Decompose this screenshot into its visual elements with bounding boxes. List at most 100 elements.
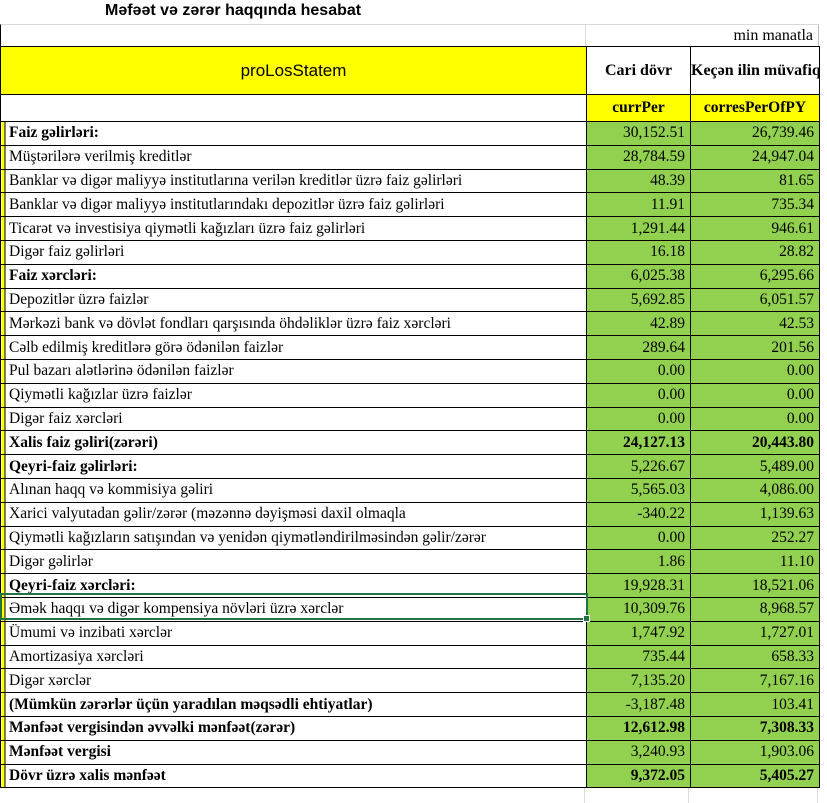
current-period-value-cell[interactable]: 19,928.31 [587,574,691,598]
previous-period-value-cell[interactable]: 81.65 [691,169,820,193]
current-period-value-cell[interactable]: 0.00 [587,359,691,383]
previous-period-value-cell[interactable]: 1,727.01 [691,621,820,645]
row-label-cell[interactable]: Qiymətli kağızlar üzrə faizlər [1,383,587,407]
current-period-value-cell[interactable]: 735.44 [587,645,691,669]
previous-period-value-cell[interactable]: 0.00 [691,383,820,407]
row-label-cell[interactable]: Digər faiz gəlirləri [1,240,587,264]
current-period-value-cell[interactable]: 0.00 [587,526,691,550]
previous-period-value-cell[interactable]: 735.34 [691,193,820,217]
row-label-cell[interactable]: Dövr üzrə xalis mənfəət [1,764,587,788]
current-period-value-cell[interactable]: 48.39 [587,169,691,193]
previous-period-value-cell[interactable]: 1,139.63 [691,502,820,526]
current-period-value-cell[interactable]: 1,291.44 [587,217,691,241]
previous-period-value-cell[interactable]: 7,308.33 [691,716,820,740]
fill-handle[interactable] [583,615,590,622]
current-period-value-cell[interactable]: 10,309.76 [587,597,691,621]
statement-name-cell[interactable]: proLosStatem [1,47,587,95]
row-label-cell[interactable]: Qeyri-faiz gəlirləri: [1,455,587,479]
current-period-value-cell[interactable]: 28,784.59 [587,145,691,169]
row-label-cell[interactable]: Pul bazarı alətlərinə ödənilən faizlər [1,359,587,383]
gridline [584,788,585,803]
current-period-value-cell[interactable]: 1.86 [587,550,691,574]
current-period-value-cell[interactable]: 0.00 [587,383,691,407]
previous-period-value-cell[interactable]: 252.27 [691,526,820,550]
previous-period-value-cell[interactable]: 18,521.06 [691,574,820,598]
row-label-cell[interactable]: Xarici valyutadan gəlir/zərər (məzənnə d… [1,502,587,526]
current-period-value-cell[interactable]: 289.64 [587,336,691,360]
previous-period-value-cell[interactable]: 5,489.00 [691,455,820,479]
blank-header-cell[interactable] [1,95,587,122]
row-label-cell[interactable]: Mənfəət vergisi [1,740,587,764]
previous-period-value-cell[interactable]: 6,295.66 [691,264,820,288]
row-label-cell[interactable]: Amortizasiya xərcləri [1,645,587,669]
row-label-cell[interactable]: (Mümkün zərərlər üçün yaradılan məqsədli… [1,693,587,717]
gridline [817,788,818,803]
row-label-cell[interactable]: Digər xərclər [1,669,587,693]
previous-period-value-cell[interactable]: 4,086.00 [691,478,820,502]
current-period-value-cell[interactable]: 11.91 [587,193,691,217]
current-period-value-cell[interactable]: 24,127.13 [587,431,691,455]
current-period-value-cell[interactable]: 3,240.93 [587,740,691,764]
column-header-previous-period[interactable]: Keçən ilin müvafiq dövrü [691,47,820,95]
current-period-value-cell[interactable]: 9,372.05 [587,764,691,788]
current-period-value-cell[interactable]: 12,612.98 [587,716,691,740]
header-row-codes: currPer corresPerOfPY [1,95,820,122]
spreadsheet-view: Məfəət və zərər haqqında hesabat min man… [0,0,827,803]
previous-period-value-cell[interactable]: 0.00 [691,407,820,431]
row-label-cell[interactable]: Alınan haqq və kommisiya gəliri [1,478,587,502]
row-label-cell[interactable]: Müştərilərə verilmiş kreditlər [1,145,587,169]
table-row: Digər faiz xərcləri 0.00 0.00 [1,407,820,431]
row-label-cell[interactable]: Qiymətli kağızların satışından və yenidə… [1,526,587,550]
units-spacer-cell[interactable] [1,25,586,46]
row-label-cell[interactable]: Faiz gəlirləri: [1,122,587,146]
previous-period-value-cell[interactable]: 658.33 [691,645,820,669]
previous-period-value-cell[interactable]: 11.10 [691,550,820,574]
current-period-value-cell[interactable]: 5,692.85 [587,288,691,312]
previous-period-value-cell[interactable]: 8,968.57 [691,597,820,621]
row-label-cell[interactable]: Faiz xərcləri: [1,264,587,288]
code-header-current[interactable]: currPer [587,95,691,122]
current-period-value-cell[interactable]: -3,187.48 [587,693,691,717]
current-period-value-cell[interactable]: 42.89 [587,312,691,336]
row-label-cell[interactable]: Ticarət və investisiya qiymətli kağızlar… [1,217,587,241]
table-row: Qiymətli kağızlar üzrə faizlər 0.00 0.00 [1,383,820,407]
current-period-value-cell[interactable]: 7,135.20 [587,669,691,693]
code-header-previous[interactable]: corresPerOfPY [691,95,820,122]
row-label-cell[interactable]: Cəlb edilmiş kreditlərə görə ödənilən fa… [1,336,587,360]
current-period-value-cell[interactable]: 30,152.51 [587,122,691,146]
previous-period-value-cell[interactable]: 28.82 [691,240,820,264]
previous-period-value-cell[interactable]: 946.61 [691,217,820,241]
previous-period-value-cell[interactable]: 0.00 [691,359,820,383]
current-period-value-cell[interactable]: 0.00 [587,407,691,431]
current-period-value-cell[interactable]: 5,226.67 [587,455,691,479]
column-header-current-period[interactable]: Cari dövr [587,47,691,95]
row-label-cell[interactable]: Ümumi və inzibati xərclər [1,621,587,645]
current-period-value-cell[interactable]: 5,565.03 [587,478,691,502]
row-label-cell[interactable]: Əmək haqqı və digər kompensiya növləri ü… [1,597,587,621]
table-row: Müştərilərə verilmiş kreditlər 28,784.59… [1,145,820,169]
previous-period-value-cell[interactable]: 201.56 [691,336,820,360]
row-label-cell[interactable]: Banklar və digər maliyyə institutlarına … [1,169,587,193]
previous-period-value-cell[interactable]: 42.53 [691,312,820,336]
row-label-cell[interactable]: Depozitlər üzrə faizlər [1,288,587,312]
header-row-titles: proLosStatem Cari dövr Keçən ilin müvafi… [1,47,820,95]
previous-period-value-cell[interactable]: 5,405.27 [691,764,820,788]
row-label-cell[interactable]: Digər gəlirlər [1,550,587,574]
previous-period-value-cell[interactable]: 1,903.06 [691,740,820,764]
previous-period-value-cell[interactable]: 24,947.04 [691,145,820,169]
row-label-cell[interactable]: Mərkəzi bank və dövlət fondları qarşısın… [1,312,587,336]
previous-period-value-cell[interactable]: 6,051.57 [691,288,820,312]
current-period-value-cell[interactable]: 1,747.92 [587,621,691,645]
row-label-cell[interactable]: Digər faiz xərcləri [1,407,587,431]
previous-period-value-cell[interactable]: 103.41 [691,693,820,717]
row-label-cell[interactable]: Banklar və digər maliyyə institutlarında… [1,193,587,217]
row-label-cell[interactable]: Mənfəət vergisindən əvvəlki mənfəət(zərə… [1,716,587,740]
current-period-value-cell[interactable]: 16.18 [587,240,691,264]
previous-period-value-cell[interactable]: 7,167.16 [691,669,820,693]
previous-period-value-cell[interactable]: 26,739.46 [691,122,820,146]
previous-period-value-cell[interactable]: 20,443.80 [691,431,820,455]
row-label-cell[interactable]: Qeyri-faiz xərcləri: [1,574,587,598]
row-label-cell[interactable]: Xalis faiz gəliri(zərəri) [1,431,587,455]
current-period-value-cell[interactable]: 6,025.38 [587,264,691,288]
current-period-value-cell[interactable]: -340.22 [587,502,691,526]
